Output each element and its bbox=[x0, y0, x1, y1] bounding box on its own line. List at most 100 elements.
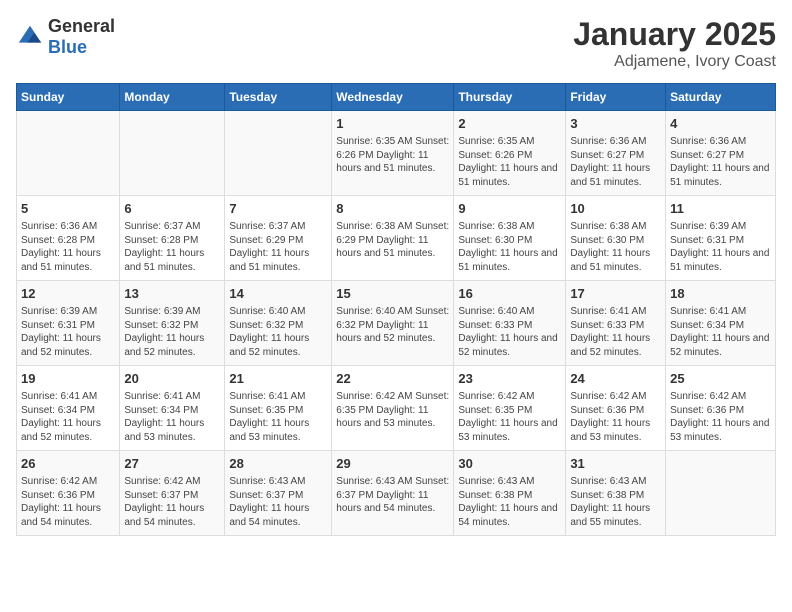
day-number: 22 bbox=[336, 370, 449, 388]
day-number: 3 bbox=[570, 115, 661, 133]
week-row-4: 19 Sunrise: 6:41 AM Sunset: 6:34 PM Dayli… bbox=[17, 366, 776, 451]
day-number: 24 bbox=[570, 370, 661, 388]
day-info: Sunrise: 6:41 AM Sunset: 6:34 PM Dayligh… bbox=[124, 390, 220, 444]
calendar-cell: 11 Sunrise: 6:39 AM Sunset: 6:31 PM Dayli… bbox=[666, 196, 776, 281]
day-info: Sunrise: 6:41 AM Sunset: 6:35 PM Dayligh… bbox=[229, 390, 327, 444]
day-number: 27 bbox=[124, 455, 220, 473]
day-info: Sunrise: 6:39 AM Sunset: 6:31 PM Dayligh… bbox=[670, 220, 771, 274]
day-info: Sunrise: 6:43 AM Sunset: 6:37 PM Dayligh… bbox=[229, 475, 327, 529]
week-row-2: 5 Sunrise: 6:36 AM Sunset: 6:28 PM Daylig… bbox=[17, 196, 776, 281]
day-number: 16 bbox=[458, 285, 561, 303]
calendar-cell: 23 Sunrise: 6:42 AM Sunset: 6:35 PM Dayli… bbox=[454, 366, 566, 451]
day-info: Sunrise: 6:42 AM Sunset: 6:35 PM Dayligh… bbox=[336, 390, 449, 431]
weekday-header-row: SundayMondayTuesdayWednesdayThursdayFrid… bbox=[17, 84, 776, 111]
day-number: 19 bbox=[21, 370, 115, 388]
day-info: Sunrise: 6:43 AM Sunset: 6:37 PM Dayligh… bbox=[336, 475, 449, 516]
calendar-cell: 31Sunrise: 6:43 AM Sunset: 6:38 PM Dayli… bbox=[566, 451, 666, 536]
day-number: 1 bbox=[336, 115, 449, 133]
weekday-header-saturday: Saturday bbox=[666, 84, 776, 111]
calendar-cell: 17 Sunrise: 6:41 AM Sunset: 6:33 PM Dayli… bbox=[566, 281, 666, 366]
page-header: General Blue January 2025 Adjamene, Ivor… bbox=[16, 16, 776, 71]
day-number: 8 bbox=[336, 200, 449, 218]
day-number: 18 bbox=[670, 285, 771, 303]
week-row-5: 26 Sunrise: 6:42 AM Sunset: 6:36 PM Dayli… bbox=[17, 451, 776, 536]
day-number: 29 bbox=[336, 455, 449, 473]
calendar-cell bbox=[666, 451, 776, 536]
calendar-cell: 29 Sunrise: 6:43 AM Sunset: 6:37 PM Dayli… bbox=[332, 451, 454, 536]
day-number: 12 bbox=[21, 285, 115, 303]
day-number: 10 bbox=[570, 200, 661, 218]
day-info: Sunrise: 6:42 AM Sunset: 6:35 PM Dayligh… bbox=[458, 390, 561, 444]
calendar-cell bbox=[17, 111, 120, 196]
calendar-cell: 25 Sunrise: 6:42 AM Sunset: 6:36 PM Dayli… bbox=[666, 366, 776, 451]
day-number: 30 bbox=[458, 455, 561, 473]
location-title: Adjamene, Ivory Coast bbox=[573, 53, 776, 71]
week-row-3: 12Sunrise: 6:39 AM Sunset: 6:31 PM Dayli… bbox=[17, 281, 776, 366]
logo-general-text: General bbox=[48, 16, 115, 36]
logo: General Blue bbox=[16, 16, 115, 58]
calendar-cell: 16 Sunrise: 6:40 AM Sunset: 6:33 PM Dayli… bbox=[454, 281, 566, 366]
calendar-cell: 7 Sunrise: 6:37 AM Sunset: 6:29 PM Daylig… bbox=[225, 196, 332, 281]
day-info: Sunrise: 6:36 AM Sunset: 6:27 PM Dayligh… bbox=[670, 135, 771, 189]
day-info: Sunrise: 6:42 AM Sunset: 6:36 PM Dayligh… bbox=[21, 475, 115, 529]
day-info: Sunrise: 6:42 AM Sunset: 6:36 PM Dayligh… bbox=[570, 390, 661, 444]
day-info: Sunrise: 6:38 AM Sunset: 6:29 PM Dayligh… bbox=[336, 220, 449, 261]
calendar-cell: 3 Sunrise: 6:36 AM Sunset: 6:27 PM Daylig… bbox=[566, 111, 666, 196]
calendar-cell: 1 Sunrise: 6:35 AM Sunset: 6:26 PM Daylig… bbox=[332, 111, 454, 196]
calendar-cell: 12Sunrise: 6:39 AM Sunset: 6:31 PM Dayli… bbox=[17, 281, 120, 366]
day-number: 28 bbox=[229, 455, 327, 473]
day-info: Sunrise: 6:43 AM Sunset: 6:38 PM Dayligh… bbox=[458, 475, 561, 529]
day-number: 17 bbox=[570, 285, 661, 303]
day-number: 6 bbox=[124, 200, 220, 218]
calendar-cell: 14 Sunrise: 6:40 AM Sunset: 6:32 PM Dayli… bbox=[225, 281, 332, 366]
calendar-cell: 22 Sunrise: 6:42 AM Sunset: 6:35 PM Dayli… bbox=[332, 366, 454, 451]
calendar-cell: 15Sunrise: 6:40 AM Sunset: 6:32 PM Dayli… bbox=[332, 281, 454, 366]
month-title: January 2025 bbox=[573, 16, 776, 53]
logo-icon bbox=[16, 23, 44, 51]
day-number: 2 bbox=[458, 115, 561, 133]
calendar-cell: 13Sunrise: 6:39 AM Sunset: 6:32 PM Dayli… bbox=[120, 281, 225, 366]
day-number: 23 bbox=[458, 370, 561, 388]
calendar-cell: 21 Sunrise: 6:41 AM Sunset: 6:35 PM Dayli… bbox=[225, 366, 332, 451]
weekday-header-wednesday: Wednesday bbox=[332, 84, 454, 111]
day-number: 11 bbox=[670, 200, 771, 218]
day-info: Sunrise: 6:35 AM Sunset: 6:26 PM Dayligh… bbox=[336, 135, 449, 176]
day-info: Sunrise: 6:40 AM Sunset: 6:32 PM Dayligh… bbox=[229, 305, 327, 359]
calendar-cell: 26 Sunrise: 6:42 AM Sunset: 6:36 PM Dayli… bbox=[17, 451, 120, 536]
calendar-cell: 19Sunrise: 6:41 AM Sunset: 6:34 PM Dayli… bbox=[17, 366, 120, 451]
calendar-cell: 24 Sunrise: 6:42 AM Sunset: 6:36 PM Dayli… bbox=[566, 366, 666, 451]
weekday-header-thursday: Thursday bbox=[454, 84, 566, 111]
logo-blue-text: Blue bbox=[48, 37, 87, 57]
calendar-cell: 9 Sunrise: 6:38 AM Sunset: 6:30 PM Daylig… bbox=[454, 196, 566, 281]
calendar-cell: 20 Sunrise: 6:41 AM Sunset: 6:34 PM Dayli… bbox=[120, 366, 225, 451]
day-number: 25 bbox=[670, 370, 771, 388]
day-number: 26 bbox=[21, 455, 115, 473]
calendar-cell: 10 Sunrise: 6:38 AM Sunset: 6:30 PM Dayli… bbox=[566, 196, 666, 281]
day-info: Sunrise: 6:40 AM Sunset: 6:33 PM Dayligh… bbox=[458, 305, 561, 359]
calendar-cell: 28 Sunrise: 6:43 AM Sunset: 6:37 PM Dayli… bbox=[225, 451, 332, 536]
day-info: Sunrise: 6:36 AM Sunset: 6:28 PM Dayligh… bbox=[21, 220, 115, 274]
day-number: 20 bbox=[124, 370, 220, 388]
day-number: 15 bbox=[336, 285, 449, 303]
calendar-table: SundayMondayTuesdayWednesdayThursdayFrid… bbox=[16, 83, 776, 536]
day-number: 7 bbox=[229, 200, 327, 218]
calendar-cell: 27 Sunrise: 6:42 AM Sunset: 6:37 PM Dayli… bbox=[120, 451, 225, 536]
day-info: Sunrise: 6:37 AM Sunset: 6:29 PM Dayligh… bbox=[229, 220, 327, 274]
day-info: Sunrise: 6:41 AM Sunset: 6:33 PM Dayligh… bbox=[570, 305, 661, 359]
day-info: Sunrise: 6:42 AM Sunset: 6:37 PM Dayligh… bbox=[124, 475, 220, 529]
day-info: Sunrise: 6:42 AM Sunset: 6:36 PM Dayligh… bbox=[670, 390, 771, 444]
weekday-header-sunday: Sunday bbox=[17, 84, 120, 111]
day-info: Sunrise: 6:38 AM Sunset: 6:30 PM Dayligh… bbox=[458, 220, 561, 274]
calendar-cell: 5 Sunrise: 6:36 AM Sunset: 6:28 PM Daylig… bbox=[17, 196, 120, 281]
day-number: 9 bbox=[458, 200, 561, 218]
week-row-1: 1 Sunrise: 6:35 AM Sunset: 6:26 PM Daylig… bbox=[17, 111, 776, 196]
weekday-header-friday: Friday bbox=[566, 84, 666, 111]
day-number: 14 bbox=[229, 285, 327, 303]
day-number: 21 bbox=[229, 370, 327, 388]
day-number: 5 bbox=[21, 200, 115, 218]
title-block: January 2025 Adjamene, Ivory Coast bbox=[573, 16, 776, 71]
day-info: Sunrise: 6:41 AM Sunset: 6:34 PM Dayligh… bbox=[670, 305, 771, 359]
day-info: Sunrise: 6:35 AM Sunset: 6:26 PM Dayligh… bbox=[458, 135, 561, 189]
day-info: Sunrise: 6:38 AM Sunset: 6:30 PM Dayligh… bbox=[570, 220, 661, 274]
day-info: Sunrise: 6:36 AM Sunset: 6:27 PM Dayligh… bbox=[570, 135, 661, 189]
